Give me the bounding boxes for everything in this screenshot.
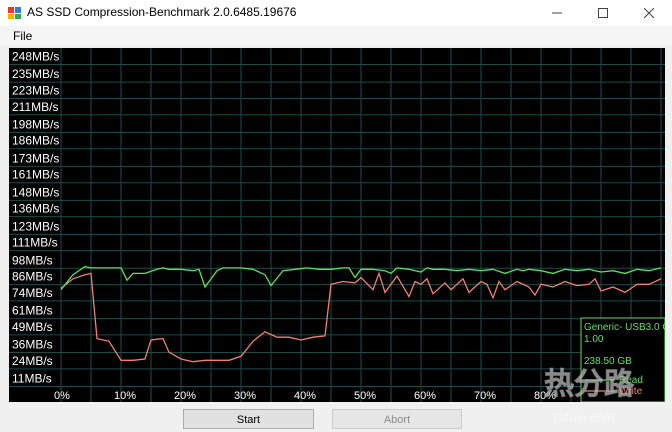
- app-icon: [8, 7, 21, 19]
- x-tick-label: 60%: [414, 390, 436, 402]
- maximize-icon: [598, 8, 608, 18]
- benchmark-chart: 248MB/s 235MB/s 223MB/s 211MB/s 198MB/s 186MB…: [9, 48, 665, 402]
- x-tick-label: 30%: [234, 390, 256, 402]
- minimize-icon: [552, 12, 562, 14]
- close-button[interactable]: [626, 0, 672, 26]
- y-tick-label: 24MB/s: [12, 354, 53, 368]
- x-tick-label: 20%: [174, 390, 196, 402]
- y-tick-label: 211MB/s: [12, 100, 58, 114]
- watermark: 热分路 rafuiu.com: [544, 367, 636, 426]
- y-tick-label: 11MB/s: [12, 372, 52, 386]
- x-tick-label: 0%: [54, 390, 70, 402]
- y-tick-label: 235MB/s: [12, 67, 59, 81]
- window-title: AS SSD Compression-Benchmark 2.0.6485.19…: [27, 5, 297, 19]
- y-tick-label: 61MB/s: [12, 304, 53, 318]
- y-tick-label: 123MB/s: [12, 219, 59, 233]
- y-tick-label: 111MB/s: [12, 236, 58, 250]
- y-tick-label: 173MB/s: [12, 151, 59, 165]
- menu-file[interactable]: File: [13, 29, 32, 43]
- y-tick-label: 248MB/s: [12, 50, 59, 64]
- y-tick-label: 98MB/s: [12, 253, 53, 267]
- title-bar: AS SSD Compression-Benchmark 2.0.6485.19…: [0, 0, 672, 26]
- y-tick-label: 148MB/s: [12, 185, 59, 199]
- abort-button: Abort: [332, 409, 462, 429]
- minimize-button[interactable]: [534, 0, 580, 26]
- chart-grid: [9, 48, 665, 402]
- y-tick-label: 86MB/s: [12, 270, 53, 284]
- maximize-button[interactable]: [580, 0, 626, 26]
- y-tick-label: 198MB/s: [12, 117, 59, 131]
- watermark-url: rafuiu.com: [554, 410, 615, 425]
- x-tick-label: 70%: [474, 390, 496, 402]
- chart-svg: 248MB/s 235MB/s 223MB/s 211MB/s 198MB/s 186MB…: [9, 48, 665, 402]
- y-tick-label: 223MB/s: [12, 83, 59, 97]
- x-tick-label: 40%: [294, 390, 316, 402]
- firmware-version: 1.00: [584, 334, 604, 345]
- menu-bar: File: [0, 26, 672, 46]
- watermark-logo: 热分路: [544, 367, 635, 402]
- device-name: Generic- USB3.0 CF: [584, 322, 665, 333]
- x-tick-label: 10%: [114, 390, 136, 402]
- close-icon: [644, 8, 654, 18]
- y-tick-label: 186MB/s: [12, 134, 59, 148]
- x-tick-label: 50%: [354, 390, 376, 402]
- y-tick-label: 161MB/s: [12, 168, 59, 182]
- y-tick-label: 49MB/s: [12, 320, 53, 334]
- y-tick-label: 74MB/s: [12, 286, 53, 300]
- y-tick-label: 136MB/s: [12, 202, 59, 216]
- y-tick-label: 36MB/s: [12, 338, 53, 352]
- start-button[interactable]: Start: [183, 409, 314, 429]
